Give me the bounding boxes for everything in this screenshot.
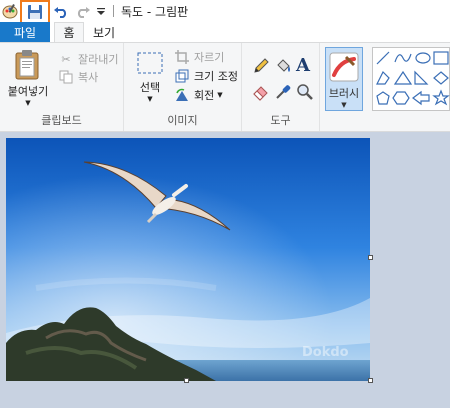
magnifier-tool[interactable] — [296, 83, 314, 101]
photo-watermark: Dokdo — [302, 345, 349, 360]
crop-icon — [174, 49, 190, 65]
canvas-resize-handle-right[interactable] — [368, 255, 373, 260]
shapes-grid — [376, 51, 450, 106]
crop-button[interactable]: 자르기 — [174, 49, 224, 65]
crop-label: 자르기 — [194, 51, 225, 64]
canvas-resize-handle-corner[interactable] — [368, 378, 373, 383]
rotate-icon — [174, 87, 190, 103]
chevron-down-icon: ▼ — [147, 95, 153, 103]
customize-toolbar-button[interactable] — [94, 0, 108, 22]
tools-group-label: 도구 — [270, 114, 291, 127]
scissors-icon: ✂ — [61, 52, 71, 66]
triangle-shape-icon[interactable] — [393, 70, 413, 85]
tab-home[interactable]: 홈 — [54, 22, 84, 42]
tab-file[interactable]: 파일 — [0, 22, 50, 42]
diamond-shape-icon[interactable] — [433, 71, 449, 85]
ribbon-tabs: 파일 홈 보기 — [0, 22, 450, 42]
redo-icon — [77, 7, 90, 18]
tools-group: A 도구 — [242, 43, 320, 131]
image-group-label: 이미지 — [167, 114, 198, 127]
cut-button[interactable]: ✂ 잘라내기 — [58, 51, 118, 67]
canvas-resize-handle-bottom[interactable] — [184, 378, 189, 383]
chevron-down-icon: ▼ — [25, 99, 31, 107]
color-picker-tool[interactable] — [274, 83, 292, 101]
rectangle-shape-icon[interactable] — [433, 51, 449, 65]
seagull-photo: Dokdo — [6, 138, 370, 381]
oval-shape-icon[interactable] — [415, 52, 431, 64]
resize-label: 크기 조정 — [194, 70, 238, 83]
cut-label: 잘라내기 — [78, 53, 119, 66]
shapes-gallery — [372, 47, 450, 111]
magnifier-icon — [297, 84, 313, 100]
rotate-button[interactable]: 회전 ▼ — [174, 87, 223, 103]
pencil-icon — [254, 58, 269, 73]
clipboard-group-label: 클립보드 — [41, 114, 82, 127]
save-button[interactable] — [20, 0, 50, 24]
curve-shape-icon[interactable] — [394, 53, 412, 63]
tab-view[interactable]: 보기 — [84, 22, 124, 42]
drawing-canvas[interactable]: Dokdo — [6, 138, 370, 381]
paint-app-icon[interactable] — [0, 0, 20, 22]
star-shape-icon[interactable] — [432, 89, 450, 106]
chevron-down-icon — [97, 8, 105, 15]
pentagon-shape-icon[interactable] — [376, 91, 390, 105]
brushes-button[interactable]: 브러시 ▼ — [325, 47, 363, 111]
right-triangle-shape-icon[interactable] — [414, 70, 429, 85]
rotate-label: 회전 — [194, 89, 215, 102]
select-button[interactable]: 선택 ▼ — [132, 51, 168, 103]
paste-icon — [15, 50, 39, 80]
undo-icon — [54, 7, 67, 18]
paste-label: 붙여넣기 — [7, 85, 49, 98]
title-bar: 독도 - 그림판 — [0, 0, 450, 24]
window-title: 독도 - 그림판 — [121, 4, 189, 19]
eyedropper-icon — [276, 85, 291, 99]
copy-icon — [58, 69, 74, 85]
copy-label: 복사 — [78, 71, 99, 84]
eraser-icon — [253, 86, 268, 101]
hexagon-shape-icon[interactable] — [392, 91, 410, 105]
image-group: 선택 ▼ 자르기 크기 조정 회전 ▼ 이미지 — [124, 43, 242, 131]
chevron-down-icon: ▼ — [341, 101, 347, 109]
ribbon: 붙여넣기 ▼ ✂ 잘라내기 복사 클립보드 선택 ▼ 자르기 크기 조정 회전 … — [0, 42, 450, 132]
redo-button[interactable] — [72, 0, 94, 22]
eraser-tool[interactable] — [252, 83, 270, 101]
select-icon — [137, 52, 163, 74]
brush-icon — [329, 52, 359, 82]
text-icon: A — [296, 55, 310, 76]
paste-button[interactable]: 붙여넣기 ▼ — [6, 49, 50, 107]
chevron-down-icon: ▼ — [217, 91, 223, 99]
text-tool[interactable]: A — [296, 55, 310, 76]
copy-button[interactable]: 복사 — [58, 69, 98, 85]
clipboard-group: 붙여넣기 ▼ ✂ 잘라내기 복사 클립보드 — [0, 43, 124, 131]
line-shape-icon[interactable] — [376, 51, 390, 65]
resize-button[interactable]: 크기 조정 — [174, 68, 238, 84]
paint-bucket-icon — [277, 59, 290, 72]
pencil-tool[interactable] — [252, 57, 270, 75]
polygon-shape-icon[interactable] — [376, 70, 390, 85]
undo-button[interactable] — [50, 0, 72, 22]
select-label: 선택 — [139, 81, 161, 94]
fill-tool[interactable] — [274, 57, 292, 75]
title-separator — [113, 5, 114, 17]
canvas-workspace: Dokdo — [0, 133, 450, 408]
arrow-shape-icon[interactable] — [412, 90, 430, 106]
save-icon — [28, 4, 42, 19]
resize-icon — [174, 68, 190, 84]
brushes-label: 브러시 — [328, 87, 360, 100]
